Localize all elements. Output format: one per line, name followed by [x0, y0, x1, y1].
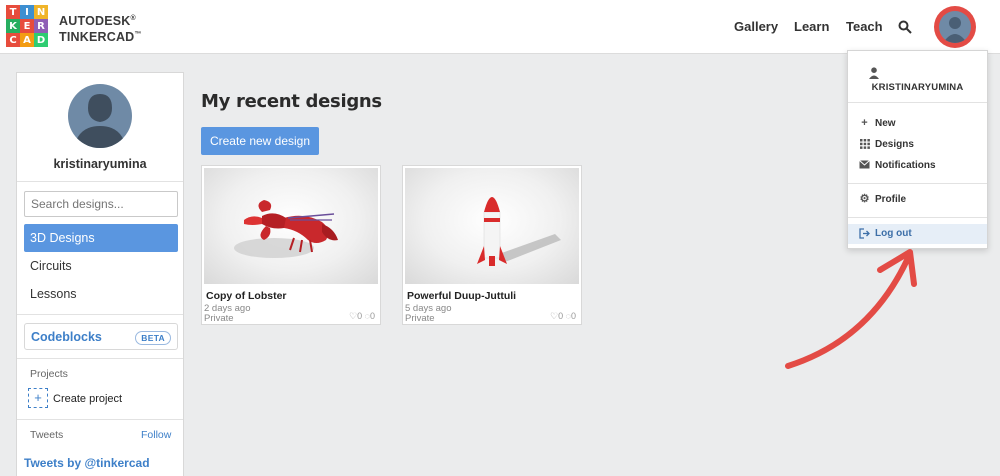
create-new-design-button[interactable]: Create new design	[201, 127, 319, 155]
menu-item-label: Designs	[875, 139, 914, 150]
user-icon	[869, 67, 879, 79]
comments-count: 0	[369, 311, 375, 321]
design-stats: ♡0 ◌0	[349, 311, 375, 322]
plus-icon[interactable]: +	[28, 388, 48, 408]
envelope-icon	[859, 160, 870, 171]
menu-item-profile[interactable]: ⚙ Profile	[848, 190, 987, 210]
design-title[interactable]: Powerful Duup-Juttuli	[407, 290, 516, 302]
heart-icon: ♡	[349, 311, 358, 321]
design-thumbnail[interactable]	[204, 168, 378, 284]
logo-letter: A	[20, 33, 34, 47]
logo-letter: R	[34, 19, 48, 33]
brand-line-2: TINKERCAD	[59, 30, 135, 45]
logo-letter: I	[20, 5, 34, 19]
design-card[interactable]: Copy of Lobster 2 days ago Private ♡0 ◌0	[201, 165, 381, 325]
user-dropdown-menu: KRISTINARYUMINA + New Designs Notificati…	[847, 50, 988, 249]
nav-teach[interactable]: Teach	[846, 19, 883, 34]
rocket-model-image	[477, 197, 561, 266]
divider	[848, 102, 987, 103]
logout-icon	[859, 228, 870, 239]
gear-icon: ⚙	[859, 193, 870, 205]
top-bar: T I N K E R C A D AUTODESK® TINKERCAD™ G…	[0, 0, 1000, 54]
avatar	[939, 11, 971, 43]
menu-item-label: New	[875, 118, 896, 129]
create-project-button[interactable]: Create project	[53, 393, 122, 405]
menu-item-label: Log out	[875, 228, 912, 239]
sidebar-item-lessons[interactable]: Lessons	[24, 280, 178, 308]
brand-line-1: AUTODESK	[59, 14, 131, 29]
dropdown-username[interactable]: KRISTINARYUMINA	[848, 82, 987, 93]
menu-item-label: Profile	[875, 194, 907, 205]
sidebar-item-3d-designs[interactable]: 3D Designs	[24, 224, 178, 252]
logo-letter: K	[6, 19, 20, 33]
search-icon[interactable]	[898, 20, 912, 34]
beta-badge: BETA	[135, 331, 171, 345]
annotation-arrow	[785, 249, 917, 369]
follow-link[interactable]: Follow	[141, 429, 171, 441]
brand-name[interactable]: AUTODESK® TINKERCAD™	[59, 12, 142, 44]
design-card[interactable]: Powerful Duup-Juttuli 5 days ago Private…	[402, 165, 582, 325]
sidebar: kristinaryumina 3D Designs Circuits Less…	[16, 72, 184, 476]
user-avatar-button[interactable]	[934, 6, 976, 48]
menu-item-log-out[interactable]: Log out	[848, 224, 987, 244]
logo-letter: N	[34, 5, 48, 19]
logo-letter: E	[20, 19, 34, 33]
divider	[17, 419, 183, 420]
profile-avatar[interactable]	[68, 84, 132, 148]
profile-username[interactable]: kristinaryumina	[17, 157, 183, 171]
design-visibility: Private	[204, 313, 234, 324]
menu-item-label: Notifications	[875, 160, 936, 171]
nav-learn[interactable]: Learn	[794, 19, 829, 34]
logo-letter: T	[6, 5, 20, 19]
codeblocks-label: Codeblocks	[31, 330, 102, 344]
menu-item-designs[interactable]: Designs	[848, 135, 987, 155]
divider	[848, 183, 987, 184]
sidebar-item-circuits[interactable]: Circuits	[24, 252, 178, 280]
page-title: My recent designs	[201, 91, 382, 112]
divider	[848, 217, 987, 218]
lobster-model-image	[234, 200, 338, 258]
search-designs-input[interactable]	[24, 191, 178, 217]
nav-gallery[interactable]: Gallery	[734, 19, 778, 34]
divider	[17, 181, 183, 182]
design-stats: ♡0 ◌0	[550, 311, 576, 322]
likes-count: 0	[558, 311, 564, 321]
logo-letter: C	[6, 33, 20, 47]
heart-icon: ♡	[550, 311, 559, 321]
projects-heading: Projects	[30, 368, 68, 380]
comments-count: 0	[570, 311, 576, 321]
tinkercad-logo[interactable]: T I N K E R C A D	[6, 5, 48, 47]
design-visibility: Private	[405, 313, 435, 324]
divider	[17, 358, 183, 359]
design-thumbnail[interactable]	[405, 168, 579, 284]
tweets-by-link[interactable]: Tweets by @tinkercad	[24, 456, 150, 470]
grid-icon	[859, 139, 870, 150]
logo-letter: D	[34, 33, 48, 47]
codeblocks-link[interactable]: Codeblocks BETA	[24, 323, 178, 350]
plus-icon: +	[861, 117, 868, 129]
design-title[interactable]: Copy of Lobster	[206, 290, 287, 302]
menu-item-new[interactable]: + New	[848, 114, 987, 134]
menu-item-notifications[interactable]: Notifications	[848, 156, 987, 176]
person-silhouette-icon	[74, 94, 126, 148]
person-silhouette-icon	[943, 17, 967, 43]
likes-count: 0	[357, 311, 363, 321]
divider	[17, 314, 183, 315]
tweets-heading: Tweets	[30, 429, 64, 441]
